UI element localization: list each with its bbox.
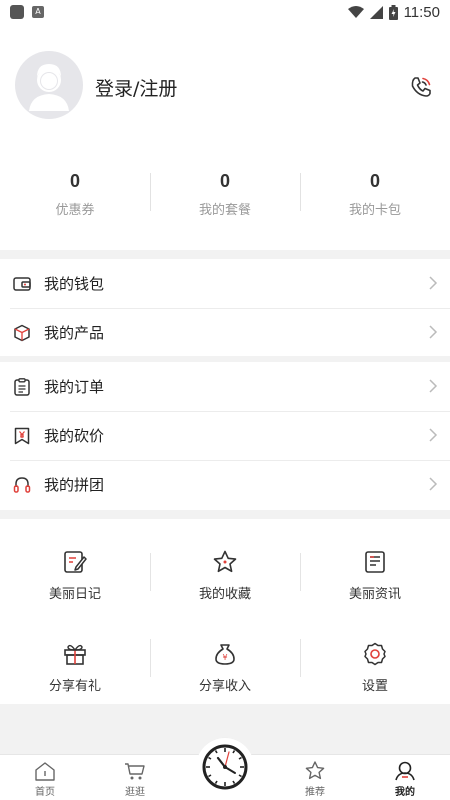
tab-label: 我的: [395, 787, 415, 798]
tab-label: 逛逛: [125, 787, 145, 798]
grid-item-share-gift[interactable]: 分享有礼: [0, 611, 150, 704]
wallet-icon: [12, 274, 32, 294]
menu-item-bargain[interactable]: 我的砍价: [0, 411, 450, 460]
menu-item-wallet[interactable]: 我的钱包: [0, 259, 450, 308]
chevron-right-icon: [429, 428, 438, 442]
grid-item-settings[interactable]: 设置: [300, 611, 450, 704]
cart-icon: [125, 763, 145, 780]
stat-label: 我的套餐: [198, 203, 251, 218]
user-icon: [395, 761, 415, 781]
feature-grid: 美丽日记 我的收藏 美丽资讯 分享有礼 ¥ 分享收入 设置: [0, 519, 450, 704]
diary-icon: [64, 551, 87, 573]
grid-item-favorites[interactable]: 我的收藏: [150, 519, 300, 611]
stat-cards[interactable]: 0 我的卡包: [300, 169, 450, 225]
grid-item-label: 美丽日记: [48, 587, 101, 602]
stat-value: 0: [219, 171, 230, 191]
menu-group-wallet: 我的钱包 我的产品: [0, 259, 450, 356]
menu-item-label: 我的订单: [44, 378, 105, 396]
grid-item-beauty-news[interactable]: 美丽资讯: [300, 519, 450, 611]
clock-icon: [202, 744, 248, 790]
status-time: 11:50: [403, 3, 440, 21]
stats-bar: 0 优惠券 0 我的套餐 0 我的卡包: [0, 169, 450, 225]
tab-browse[interactable]: 逛逛: [105, 761, 165, 798]
avatar[interactable]: [15, 51, 83, 119]
price-tag-icon: [12, 426, 32, 446]
box-icon: [12, 323, 32, 343]
menu-item-label: 我的钱包: [44, 275, 105, 293]
grid-item-label: 我的收藏: [198, 587, 251, 602]
tab-recommend[interactable]: 推荐: [285, 761, 345, 798]
chevron-right-icon: [429, 379, 438, 393]
grid-item-share-income[interactable]: ¥ 分享收入: [150, 611, 300, 704]
app-notification-icon: [10, 5, 24, 19]
default-avatar-icon: [29, 64, 69, 111]
menu-item-products[interactable]: 我的产品: [0, 308, 450, 357]
stat-value: 0: [369, 171, 380, 191]
home-icon: [35, 762, 55, 781]
grid-item-label: 分享有礼: [48, 679, 101, 694]
chevron-right-icon: [429, 325, 438, 339]
login-register-link[interactable]: 登录/注册: [95, 74, 177, 101]
stat-coupons[interactable]: 0 优惠券: [0, 169, 150, 225]
stat-packages[interactable]: 0 我的套餐: [150, 169, 300, 225]
clipboard-icon: [12, 377, 32, 397]
menu-item-label: 我的砍价: [44, 427, 105, 445]
status-bar: A 11:50: [0, 0, 450, 24]
menu-item-label: 我的拼团: [44, 476, 105, 494]
stat-label: 我的卡包: [348, 203, 401, 218]
menu-item-group-buy[interactable]: 我的拼团: [0, 460, 450, 509]
phone-icon[interactable]: [408, 74, 434, 100]
stat-value: 0: [69, 171, 80, 191]
tab-mine[interactable]: 我的: [375, 761, 435, 798]
gift-icon: [64, 644, 86, 665]
battery-icon: [388, 4, 398, 20]
svg-text:¥: ¥: [222, 653, 227, 662]
grid-item-label: 分享收入: [198, 679, 251, 694]
headset-icon: [12, 475, 32, 495]
star-icon: [305, 761, 325, 780]
grid-item-beauty-diary[interactable]: 美丽日记: [0, 519, 150, 611]
money-bag-icon: ¥: [215, 644, 235, 665]
menu-group-orders: 我的订单 我的砍价 我的拼团: [0, 362, 450, 510]
center-clock-button[interactable]: [199, 741, 251, 793]
grid-item-label: 美丽资讯: [348, 587, 401, 602]
wifi-icon: [347, 5, 364, 18]
tab-home[interactable]: 首页: [15, 761, 75, 798]
menu-item-label: 我的产品: [44, 324, 105, 342]
settings-icon: [364, 642, 386, 666]
a-notification-icon: A: [32, 6, 44, 18]
news-icon: [365, 551, 385, 573]
signal-icon: [369, 5, 383, 19]
tab-label: 推荐: [305, 787, 325, 798]
tab-label: 首页: [35, 787, 55, 798]
stat-label: 优惠券: [55, 203, 95, 218]
profile-header: 登录/注册 0 优惠券 0 我的套餐 0 我的卡包: [0, 24, 450, 250]
chevron-right-icon: [429, 477, 438, 491]
grid-item-label: 设置: [361, 679, 388, 694]
chevron-right-icon: [429, 276, 438, 290]
star-icon: [213, 550, 237, 573]
menu-item-orders[interactable]: 我的订单: [0, 362, 450, 411]
